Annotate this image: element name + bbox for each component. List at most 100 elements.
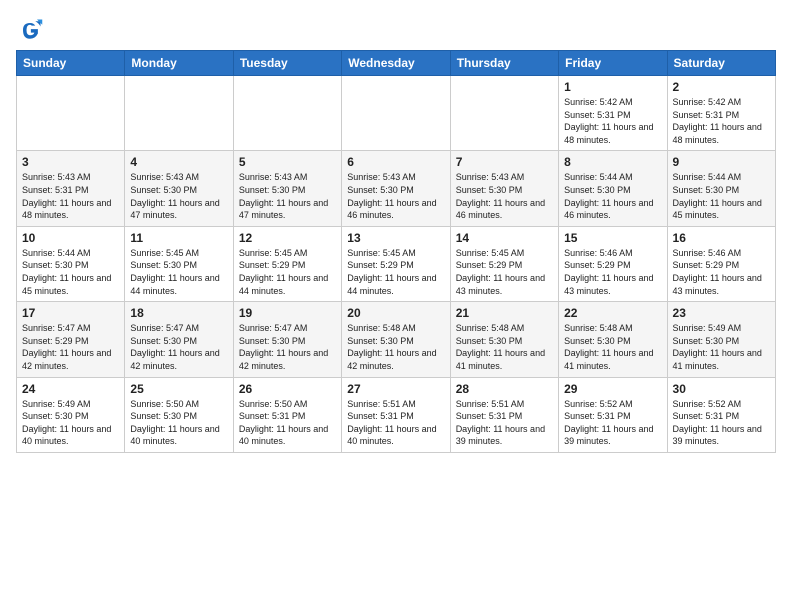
calendar-cell: 12 Sunrise: 5:45 AM Sunset: 5:29 PM Dayli…	[233, 226, 341, 301]
calendar-header-thursday: Thursday	[450, 51, 558, 76]
calendar-cell: 22 Sunrise: 5:48 AM Sunset: 5:30 PM Dayli…	[559, 302, 667, 377]
calendar-cell: 1 Sunrise: 5:42 AM Sunset: 5:31 PM Daylig…	[559, 76, 667, 151]
day-number: 9	[673, 155, 770, 169]
day-info: Sunrise: 5:43 AM Sunset: 5:30 PM Dayligh…	[456, 171, 553, 221]
calendar-cell: 8 Sunrise: 5:44 AM Sunset: 5:30 PM Daylig…	[559, 151, 667, 226]
day-info: Sunrise: 5:44 AM Sunset: 5:30 PM Dayligh…	[564, 171, 661, 221]
day-info: Sunrise: 5:47 AM Sunset: 5:30 PM Dayligh…	[239, 322, 336, 372]
day-number: 15	[564, 231, 661, 245]
day-info: Sunrise: 5:48 AM Sunset: 5:30 PM Dayligh…	[564, 322, 661, 372]
calendar-cell: 14 Sunrise: 5:45 AM Sunset: 5:29 PM Dayli…	[450, 226, 558, 301]
day-info: Sunrise: 5:52 AM Sunset: 5:31 PM Dayligh…	[564, 398, 661, 448]
day-number: 24	[22, 382, 119, 396]
day-info: Sunrise: 5:44 AM Sunset: 5:30 PM Dayligh…	[673, 171, 770, 221]
day-number: 29	[564, 382, 661, 396]
day-info: Sunrise: 5:45 AM Sunset: 5:30 PM Dayligh…	[130, 247, 227, 297]
calendar-cell	[342, 76, 450, 151]
calendar-cell: 19 Sunrise: 5:47 AM Sunset: 5:30 PM Dayli…	[233, 302, 341, 377]
day-number: 8	[564, 155, 661, 169]
day-info: Sunrise: 5:49 AM Sunset: 5:30 PM Dayligh…	[22, 398, 119, 448]
day-number: 10	[22, 231, 119, 245]
day-info: Sunrise: 5:45 AM Sunset: 5:29 PM Dayligh…	[456, 247, 553, 297]
day-info: Sunrise: 5:48 AM Sunset: 5:30 PM Dayligh…	[347, 322, 444, 372]
day-number: 11	[130, 231, 227, 245]
calendar-cell: 10 Sunrise: 5:44 AM Sunset: 5:30 PM Dayli…	[17, 226, 125, 301]
calendar-week-row: 24 Sunrise: 5:49 AM Sunset: 5:30 PM Dayli…	[17, 377, 776, 452]
day-info: Sunrise: 5:47 AM Sunset: 5:29 PM Dayligh…	[22, 322, 119, 372]
calendar-week-row: 3 Sunrise: 5:43 AM Sunset: 5:31 PM Daylig…	[17, 151, 776, 226]
calendar-cell: 3 Sunrise: 5:43 AM Sunset: 5:31 PM Daylig…	[17, 151, 125, 226]
calendar-cell: 15 Sunrise: 5:46 AM Sunset: 5:29 PM Dayli…	[559, 226, 667, 301]
day-number: 26	[239, 382, 336, 396]
calendar-cell: 28Sunrise: 5:51 AM Sunset: 5:31 PM Dayli…	[450, 377, 558, 452]
day-number: 20	[347, 306, 444, 320]
calendar-cell: 21 Sunrise: 5:48 AM Sunset: 5:30 PM Dayli…	[450, 302, 558, 377]
calendar-cell: 6Sunrise: 5:43 AM Sunset: 5:30 PM Daylig…	[342, 151, 450, 226]
day-number: 25	[130, 382, 227, 396]
day-number: 19	[239, 306, 336, 320]
calendar-cell: 27 Sunrise: 5:51 AM Sunset: 5:31 PM Dayli…	[342, 377, 450, 452]
logo-icon	[16, 16, 44, 44]
day-number: 18	[130, 306, 227, 320]
day-info: Sunrise: 5:50 AM Sunset: 5:30 PM Dayligh…	[130, 398, 227, 448]
calendar-cell: 23 Sunrise: 5:49 AM Sunset: 5:30 PM Dayli…	[667, 302, 775, 377]
calendar-cell: 26 Sunrise: 5:50 AM Sunset: 5:31 PM Dayli…	[233, 377, 341, 452]
logo	[16, 16, 48, 44]
calendar-cell: 25 Sunrise: 5:50 AM Sunset: 5:30 PM Dayli…	[125, 377, 233, 452]
day-number: 16	[673, 231, 770, 245]
day-info: Sunrise: 5:43 AM Sunset: 5:31 PM Dayligh…	[22, 171, 119, 221]
day-info: Sunrise: 5:45 AM Sunset: 5:29 PM Dayligh…	[347, 247, 444, 297]
calendar-cell: 18Sunrise: 5:47 AM Sunset: 5:30 PM Dayli…	[125, 302, 233, 377]
day-number: 22	[564, 306, 661, 320]
day-info: Sunrise: 5:50 AM Sunset: 5:31 PM Dayligh…	[239, 398, 336, 448]
day-info: Sunrise: 5:46 AM Sunset: 5:29 PM Dayligh…	[564, 247, 661, 297]
day-number: 7	[456, 155, 553, 169]
day-number: 21	[456, 306, 553, 320]
day-info: Sunrise: 5:42 AM Sunset: 5:31 PM Dayligh…	[564, 96, 661, 146]
day-info: Sunrise: 5:46 AM Sunset: 5:29 PM Dayligh…	[673, 247, 770, 297]
day-info: Sunrise: 5:42 AM Sunset: 5:31 PM Dayligh…	[673, 96, 770, 146]
calendar-cell: 7 Sunrise: 5:43 AM Sunset: 5:30 PM Daylig…	[450, 151, 558, 226]
day-number: 5	[239, 155, 336, 169]
calendar-cell: 29 Sunrise: 5:52 AM Sunset: 5:31 PM Dayli…	[559, 377, 667, 452]
day-number: 14	[456, 231, 553, 245]
day-number: 6	[347, 155, 444, 169]
day-number: 30	[673, 382, 770, 396]
calendar-header-sunday: Sunday	[17, 51, 125, 76]
day-info: Sunrise: 5:51 AM Sunset: 5:31 PM Dayligh…	[456, 398, 553, 448]
calendar-header-row: SundayMondayTuesdayWednesdayThursdayFrid…	[17, 51, 776, 76]
calendar-week-row: 17 Sunrise: 5:47 AM Sunset: 5:29 PM Dayli…	[17, 302, 776, 377]
calendar-header-friday: Friday	[559, 51, 667, 76]
calendar-cell: 20 Sunrise: 5:48 AM Sunset: 5:30 PM Dayli…	[342, 302, 450, 377]
day-info: Sunrise: 5:49 AM Sunset: 5:30 PM Dayligh…	[673, 322, 770, 372]
day-number: 13	[347, 231, 444, 245]
calendar-cell: 30Sunrise: 5:52 AM Sunset: 5:31 PM Dayli…	[667, 377, 775, 452]
day-number: 17	[22, 306, 119, 320]
day-number: 23	[673, 306, 770, 320]
calendar-week-row: 10 Sunrise: 5:44 AM Sunset: 5:30 PM Dayli…	[17, 226, 776, 301]
day-info: Sunrise: 5:43 AM Sunset: 5:30 PM Dayligh…	[130, 171, 227, 221]
calendar-cell: 13 Sunrise: 5:45 AM Sunset: 5:29 PM Dayli…	[342, 226, 450, 301]
calendar-cell	[450, 76, 558, 151]
calendar-cell	[17, 76, 125, 151]
day-number: 27	[347, 382, 444, 396]
calendar-cell: 16 Sunrise: 5:46 AM Sunset: 5:29 PM Dayli…	[667, 226, 775, 301]
day-info: Sunrise: 5:45 AM Sunset: 5:29 PM Dayligh…	[239, 247, 336, 297]
calendar-cell	[233, 76, 341, 151]
calendar-cell: 24 Sunrise: 5:49 AM Sunset: 5:30 PM Dayli…	[17, 377, 125, 452]
calendar-cell: 9 Sunrise: 5:44 AM Sunset: 5:30 PM Daylig…	[667, 151, 775, 226]
calendar-cell: 17 Sunrise: 5:47 AM Sunset: 5:29 PM Dayli…	[17, 302, 125, 377]
day-number: 2	[673, 80, 770, 94]
calendar-header-tuesday: Tuesday	[233, 51, 341, 76]
day-info: Sunrise: 5:48 AM Sunset: 5:30 PM Dayligh…	[456, 322, 553, 372]
day-info: Sunrise: 5:51 AM Sunset: 5:31 PM Dayligh…	[347, 398, 444, 448]
calendar-cell: 4Sunrise: 5:43 AM Sunset: 5:30 PM Daylig…	[125, 151, 233, 226]
calendar-cell: 5 Sunrise: 5:43 AM Sunset: 5:30 PM Daylig…	[233, 151, 341, 226]
calendar-week-row: 1 Sunrise: 5:42 AM Sunset: 5:31 PM Daylig…	[17, 76, 776, 151]
calendar-cell	[125, 76, 233, 151]
day-number: 3	[22, 155, 119, 169]
day-info: Sunrise: 5:44 AM Sunset: 5:30 PM Dayligh…	[22, 247, 119, 297]
day-info: Sunrise: 5:43 AM Sunset: 5:30 PM Dayligh…	[239, 171, 336, 221]
day-number: 12	[239, 231, 336, 245]
day-number: 1	[564, 80, 661, 94]
